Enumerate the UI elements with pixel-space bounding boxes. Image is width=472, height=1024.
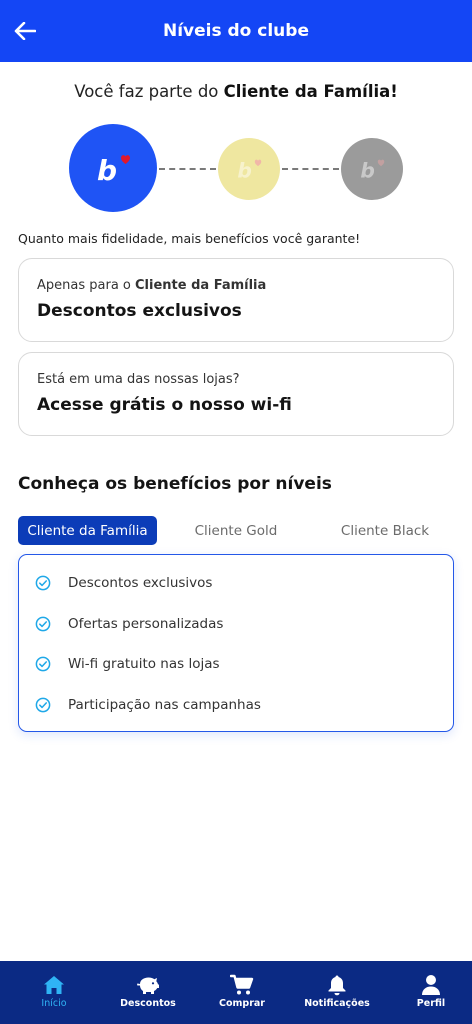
brand-b-heart-icon: b bbox=[97, 154, 130, 186]
card-subtitle: Apenas para o Cliente da Família bbox=[37, 278, 266, 293]
benefit-label: Wi-fi gratuito nas lojas bbox=[68, 656, 220, 672]
cart-icon bbox=[230, 974, 254, 996]
benefit-card-free-wifi[interactable]: Está em uma das nossas lojas? Acesse grá… bbox=[18, 352, 454, 436]
home-icon bbox=[43, 974, 65, 996]
tab-cliente-familia[interactable]: Cliente da Família bbox=[18, 516, 157, 545]
list-item: Descontos exclusivos bbox=[35, 572, 212, 594]
piggy-bank-icon bbox=[136, 974, 160, 996]
check-circle-icon bbox=[35, 575, 51, 591]
svg-text:b: b bbox=[97, 154, 117, 186]
app-header: Níveis do clube bbox=[0, 0, 472, 62]
brand-b-heart-icon: b bbox=[237, 159, 262, 182]
benefit-label: Ofertas personalizadas bbox=[68, 616, 224, 632]
svg-text:b: b bbox=[360, 159, 374, 182]
tab-cliente-black[interactable]: Cliente Black bbox=[316, 516, 454, 545]
card-subtitle: Está em uma das nossas lojas? bbox=[37, 372, 240, 387]
benefit-label: Participação nas campanhas bbox=[68, 697, 261, 713]
card-title: Acesse grátis o nosso wi-fi bbox=[37, 395, 292, 415]
benefit-label: Descontos exclusivos bbox=[68, 575, 213, 591]
arrow-left-icon bbox=[14, 22, 36, 40]
list-item: Participação nas campanhas bbox=[35, 694, 261, 716]
level-badge-familia: b bbox=[69, 124, 157, 212]
nav-item-perfil[interactable]: Perfil bbox=[404, 961, 458, 1024]
level-connector bbox=[159, 168, 216, 170]
list-item: Ofertas personalizadas bbox=[35, 613, 223, 635]
nav-label: Início bbox=[41, 998, 67, 1009]
list-item: Wi-fi gratuito nas lojas bbox=[35, 653, 220, 675]
bell-icon bbox=[327, 974, 347, 996]
level-progression: b b b bbox=[0, 124, 472, 214]
card-subtitle-bold: Cliente da Família bbox=[135, 278, 267, 293]
nav-label: Notificações bbox=[304, 998, 370, 1009]
check-circle-icon bbox=[35, 656, 51, 672]
nav-label: Descontos bbox=[120, 998, 176, 1009]
check-circle-icon bbox=[35, 616, 51, 632]
nav-label: Perfil bbox=[416, 998, 446, 1009]
section-title: Conheça os benefícios por níveis bbox=[18, 474, 332, 494]
card-subtitle-prefix: Apenas para o bbox=[37, 278, 136, 293]
membership-status: Você faz parte do Cliente da Família! bbox=[0, 82, 472, 101]
card-title: Descontos exclusivos bbox=[37, 301, 242, 321]
level-tabs: Cliente da Família Cliente Gold Cliente … bbox=[18, 516, 454, 546]
back-button[interactable] bbox=[10, 16, 40, 46]
nav-item-notificacoes[interactable]: Notificações bbox=[300, 961, 374, 1024]
benefits-intro: Quanto mais fidelidade, mais benefícios … bbox=[18, 231, 361, 246]
level-badge-black: b bbox=[341, 138, 403, 200]
nav-item-descontos[interactable]: Descontos bbox=[116, 961, 180, 1024]
membership-prefix: Você faz parte do bbox=[74, 82, 224, 101]
brand-b-heart-icon: b bbox=[360, 159, 385, 182]
benefit-card-exclusive-discounts[interactable]: Apenas para o Cliente da Família Descont… bbox=[18, 258, 454, 342]
nav-label: Comprar bbox=[219, 998, 265, 1009]
svg-text:b: b bbox=[237, 159, 251, 182]
benefits-list: Descontos exclusivos Ofertas personaliza… bbox=[18, 554, 454, 732]
nav-item-inicio[interactable]: Início bbox=[24, 961, 84, 1024]
membership-level-name: Cliente da Família! bbox=[223, 82, 398, 101]
user-icon bbox=[421, 974, 441, 996]
page-title: Níveis do clube bbox=[162, 21, 309, 41]
level-badge-gold: b bbox=[218, 138, 280, 200]
bottom-navigation: Início Descontos Comprar Notificações Pe… bbox=[0, 961, 472, 1024]
check-circle-icon bbox=[35, 697, 51, 713]
level-connector bbox=[282, 168, 339, 170]
nav-item-comprar[interactable]: Comprar bbox=[212, 961, 272, 1024]
tab-cliente-gold[interactable]: Cliente Gold bbox=[169, 516, 303, 545]
